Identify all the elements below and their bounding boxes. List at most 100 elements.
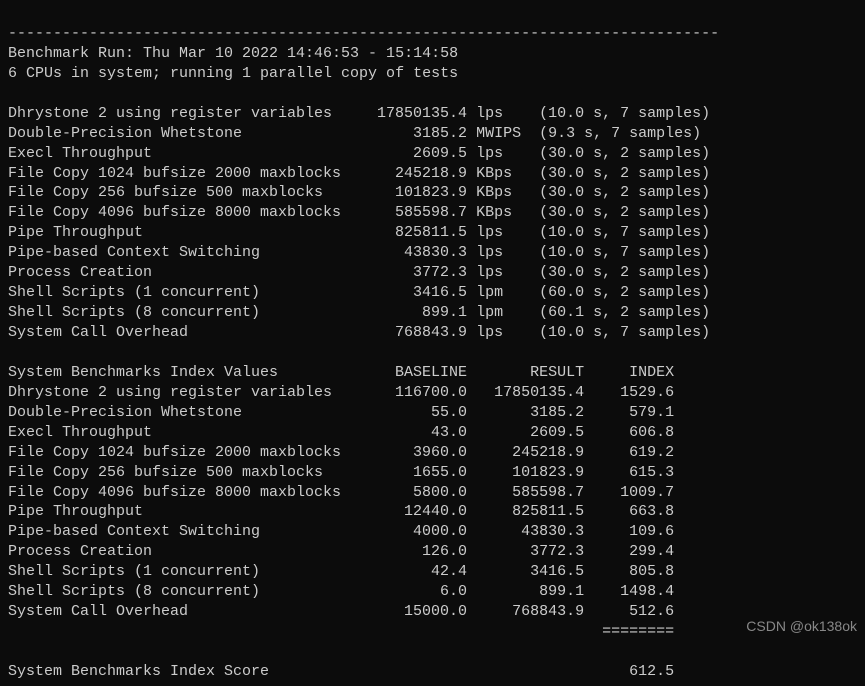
index-name: Double-Precision Whetstone bbox=[8, 403, 359, 423]
index-row: Pipe-based Context Switching4000.043830.… bbox=[8, 523, 674, 540]
run-value: 2609.5 bbox=[359, 144, 467, 164]
index-baseline: 12440.0 bbox=[359, 502, 467, 522]
run-value: 43830.3 bbox=[359, 243, 467, 263]
run-row: Execl Throughput2609.5 lps (30.0 s, 2 sa… bbox=[8, 145, 710, 162]
run-value: 3772.3 bbox=[359, 263, 467, 283]
index-result: 3185.2 bbox=[467, 403, 584, 423]
index-baseline: 42.4 bbox=[359, 562, 467, 582]
index-result: 899.1 bbox=[467, 582, 584, 602]
run-unit: KBps bbox=[476, 183, 530, 203]
run-value: 245218.9 bbox=[359, 164, 467, 184]
run-value: 899.1 bbox=[359, 303, 467, 323]
run-name: File Copy 1024 bufsize 2000 maxblocks bbox=[8, 164, 359, 184]
index-row: Dhrystone 2 using register variables1167… bbox=[8, 384, 674, 401]
run-unit: KBps bbox=[476, 164, 530, 184]
divider: ----------------------------------------… bbox=[8, 25, 719, 42]
run-name: File Copy 256 bufsize 500 maxblocks bbox=[8, 183, 359, 203]
index-baseline: 126.0 bbox=[359, 542, 467, 562]
run-value: 825811.5 bbox=[359, 223, 467, 243]
index-result: 3416.5 bbox=[467, 562, 584, 582]
index-name: Pipe-based Context Switching bbox=[8, 522, 359, 542]
index-result: 245218.9 bbox=[467, 443, 584, 463]
index-baseline: 5800.0 bbox=[359, 483, 467, 503]
run-name: Double-Precision Whetstone bbox=[8, 124, 359, 144]
index-baseline: 55.0 bbox=[359, 403, 467, 423]
run-unit: MWIPS bbox=[476, 124, 530, 144]
index-index: 512.6 bbox=[584, 602, 674, 622]
index-header-baseline: BASELINE bbox=[359, 363, 467, 383]
separator-line: ======== bbox=[8, 622, 857, 642]
run-name: Shell Scripts (1 concurrent) bbox=[8, 283, 359, 303]
index-baseline: 3960.0 bbox=[359, 443, 467, 463]
run-unit: lps bbox=[476, 263, 530, 283]
run-value: 17850135.4 bbox=[359, 104, 467, 124]
run-row: File Copy 256 bufsize 500 maxblocks10182… bbox=[8, 184, 710, 201]
score-row: System Benchmarks Index Score612.5 bbox=[8, 663, 674, 680]
run-unit: lpm bbox=[476, 283, 530, 303]
run-row: Pipe-based Context Switching43830.3 lps … bbox=[8, 244, 710, 261]
index-baseline: 15000.0 bbox=[359, 602, 467, 622]
run-row: Shell Scripts (1 concurrent)3416.5 lpm (… bbox=[8, 284, 710, 301]
index-index: 109.6 bbox=[584, 522, 674, 542]
index-index: 299.4 bbox=[584, 542, 674, 562]
index-baseline: 43.0 bbox=[359, 423, 467, 443]
run-name: Shell Scripts (8 concurrent) bbox=[8, 303, 359, 323]
run-unit: lps bbox=[476, 104, 530, 124]
index-row: Execl Throughput43.02609.5606.8 bbox=[8, 424, 674, 441]
run-details: (60.0 s, 2 samples) bbox=[539, 283, 710, 303]
score-value: 612.5 bbox=[584, 662, 674, 682]
index-result: 101823.9 bbox=[467, 463, 584, 483]
run-name: File Copy 4096 bufsize 8000 maxblocks bbox=[8, 203, 359, 223]
index-result: 2609.5 bbox=[467, 423, 584, 443]
run-value: 585598.7 bbox=[359, 203, 467, 223]
run-name: Pipe-based Context Switching bbox=[8, 243, 359, 263]
index-name: Execl Throughput bbox=[8, 423, 359, 443]
index-name: File Copy 4096 bufsize 8000 maxblocks bbox=[8, 483, 359, 503]
index-name: Dhrystone 2 using register variables bbox=[8, 383, 359, 403]
index-row: System Call Overhead15000.0768843.9512.6 bbox=[8, 603, 674, 620]
benchmark-run-line: Benchmark Run: Thu Mar 10 2022 14:46:53 … bbox=[8, 45, 458, 62]
terminal-output: ----------------------------------------… bbox=[0, 0, 865, 686]
run-row: System Call Overhead768843.9 lps (10.0 s… bbox=[8, 324, 710, 341]
run-value: 768843.9 bbox=[359, 323, 467, 343]
run-details: (30.0 s, 2 samples) bbox=[539, 164, 710, 184]
run-row: Dhrystone 2 using register variables1785… bbox=[8, 105, 710, 122]
index-name: System Call Overhead bbox=[8, 602, 359, 622]
run-unit: KBps bbox=[476, 203, 530, 223]
run-details: (10.0 s, 7 samples) bbox=[539, 104, 710, 124]
index-row: File Copy 256 bufsize 500 maxblocks1655.… bbox=[8, 464, 674, 481]
run-row: Pipe Throughput825811.5 lps (10.0 s, 7 s… bbox=[8, 224, 710, 241]
index-index: 579.1 bbox=[584, 403, 674, 423]
blank-line bbox=[8, 85, 17, 102]
run-name: System Call Overhead bbox=[8, 323, 359, 343]
run-value: 101823.9 bbox=[359, 183, 467, 203]
run-details: (30.0 s, 2 samples) bbox=[539, 144, 710, 164]
index-row: File Copy 4096 bufsize 8000 maxblocks580… bbox=[8, 484, 674, 501]
index-result: 43830.3 bbox=[467, 522, 584, 542]
run-unit: lpm bbox=[476, 303, 530, 323]
index-index: 1529.6 bbox=[584, 383, 674, 403]
index-row: Shell Scripts (8 concurrent)6.0899.11498… bbox=[8, 583, 674, 600]
run-details: (9.3 s, 7 samples) bbox=[539, 124, 701, 144]
index-result: 585598.7 bbox=[467, 483, 584, 503]
index-baseline: 4000.0 bbox=[359, 522, 467, 542]
index-row: Double-Precision Whetstone55.03185.2579.… bbox=[8, 404, 674, 421]
index-index: 615.3 bbox=[584, 463, 674, 483]
index-index: 606.8 bbox=[584, 423, 674, 443]
index-header-index: INDEX bbox=[584, 363, 674, 383]
watermark: CSDN @ok138ok bbox=[746, 617, 857, 636]
run-name: Execl Throughput bbox=[8, 144, 359, 164]
index-header-result: RESULT bbox=[467, 363, 584, 383]
index-name: Process Creation bbox=[8, 542, 359, 562]
index-row: Pipe Throughput12440.0825811.5663.8 bbox=[8, 503, 674, 520]
index-result: 825811.5 bbox=[467, 502, 584, 522]
index-index: 805.8 bbox=[584, 562, 674, 582]
run-unit: lps bbox=[476, 243, 530, 263]
run-details: (30.0 s, 2 samples) bbox=[539, 203, 710, 223]
run-row: Shell Scripts (8 concurrent)899.1 lpm (6… bbox=[8, 304, 710, 321]
cpu-info-line: 6 CPUs in system; running 1 parallel cop… bbox=[8, 65, 458, 82]
run-name: Pipe Throughput bbox=[8, 223, 359, 243]
score-label: System Benchmarks Index Score bbox=[8, 662, 584, 682]
run-details: (10.0 s, 7 samples) bbox=[539, 223, 710, 243]
run-value: 3185.2 bbox=[359, 124, 467, 144]
